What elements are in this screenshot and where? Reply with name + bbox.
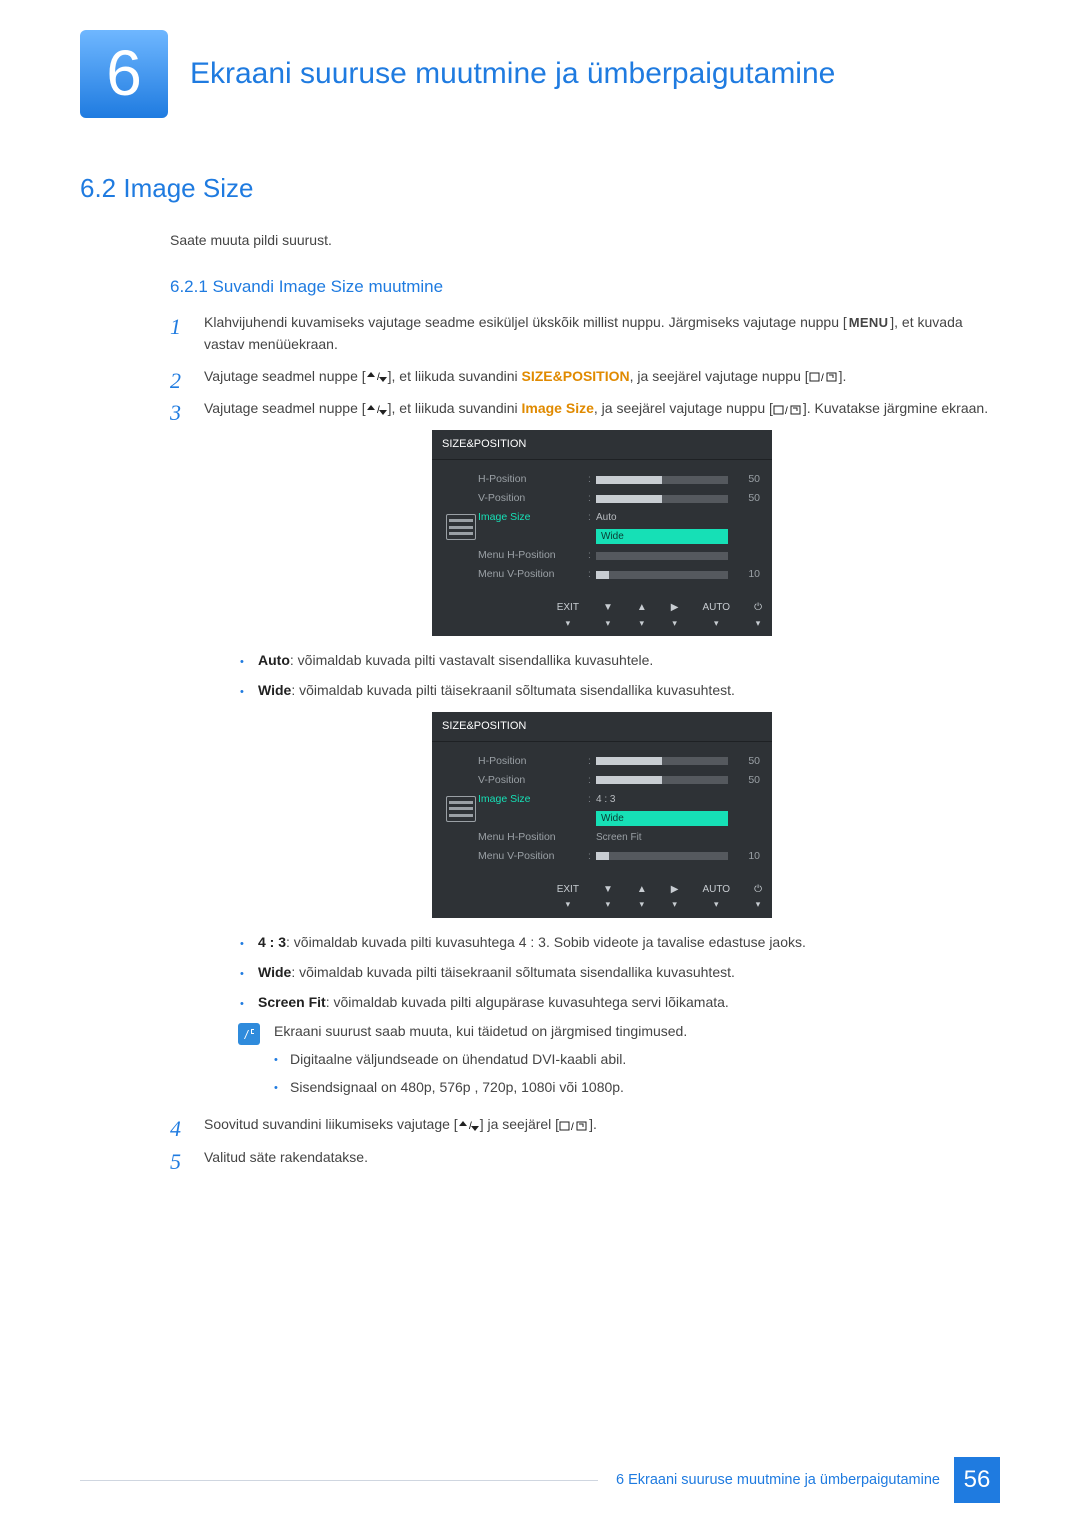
step-text: , ja seejärel vajutage nuppu [ <box>630 368 809 384</box>
note-content: Ekraani suurust saab muuta, kui täidetud… <box>274 1021 687 1104</box>
osd-option-wide: Wide <box>596 529 728 544</box>
note-item: Sisendsignaal on 480p, 576p , 720p, 1080… <box>274 1077 687 1099</box>
down-arrow-icon: ▼ <box>603 882 613 898</box>
note-block: Ekraani suurust saab muuta, kui täidetud… <box>238 1021 1000 1104</box>
step-1: 1 Klahvijuhendi kuvamiseks vajutage sead… <box>170 312 1000 355</box>
step-5: 5 Valitud säte rakendatakse. <box>170 1147 1000 1169</box>
step-text: Soovitud suvandini liikumiseks vajutage … <box>204 1116 458 1132</box>
label-screenfit: Screen Fit <box>258 994 326 1010</box>
osd-label-hpos: H-Position <box>478 471 588 487</box>
step-3: 3 Vajutage seadmel nuppe [/], et liikuda… <box>170 398 1000 1105</box>
step-text: Valitud säte rakendatakse. <box>204 1149 368 1165</box>
section-intro: Saate muuta pildi suurust. <box>170 230 1000 252</box>
step-4: 4 Soovitud suvandini liikumiseks vajutag… <box>170 1114 1000 1136</box>
screen-icon <box>446 796 476 822</box>
bullet-43: 4 : 3: võimaldab kuvada pilti kuvasuhteg… <box>240 932 1000 954</box>
chapter-number-badge: 6 <box>80 30 168 118</box>
step-text: ]. <box>839 368 847 384</box>
note-icon <box>238 1023 260 1045</box>
osd-label-mvpos: Menu V-Position <box>478 566 588 582</box>
bullets-1: Auto: võimaldab kuvada pilti vastavalt s… <box>240 650 1000 701</box>
step-number: 1 <box>170 310 181 344</box>
section-heading: 6.2 Image Size <box>80 168 1000 208</box>
step-text: ], et liikuda suvandini <box>388 368 522 384</box>
step-2: 2 Vajutage seadmel nuppe [/], et liikuda… <box>170 366 1000 388</box>
osd-label-mhpos: Menu H-Position <box>478 547 588 563</box>
osd-label-imgsize: Image Size <box>478 509 588 525</box>
power-icon: ⏻ <box>754 882 762 898</box>
step-number: 5 <box>170 1145 181 1179</box>
down-arrow-icon: ▼ <box>603 600 613 616</box>
footer-label: 6 Ekraani suuruse muutmine ja ümberpaigu… <box>616 1469 940 1491</box>
osd-option-auto: Auto <box>596 510 760 525</box>
power-icon: ⏻ <box>754 600 762 616</box>
osd-option-screenfit: Screen Fit <box>596 830 760 845</box>
right-arrow-icon: ▶ <box>671 882 679 898</box>
bullet-wide2: Wide: võimaldab kuvada pilti täisekraani… <box>240 962 1000 984</box>
right-arrow-icon: ▶ <box>671 600 679 616</box>
bullet-auto: Auto: võimaldab kuvada pilti vastavalt s… <box>240 650 1000 672</box>
step-text: ] ja seejärel [ <box>480 1116 559 1132</box>
osd-option-wide: Wide <box>596 811 728 826</box>
osd-footer: EXIT▾ ▼▾ ▲▾ ▶▾ AUTO▾ ⏻▾ <box>432 878 772 918</box>
up-arrow-icon: ▲ <box>637 882 647 898</box>
osd-footer: EXIT▾ ▼▾ ▲▾ ▶▾ AUTO▾ ⏻▾ <box>432 596 772 636</box>
label-wide: Wide <box>258 682 291 698</box>
osd-label-vpos: V-Position <box>478 490 588 506</box>
label-43: 4 : 3 <box>258 934 286 950</box>
enter-source-icon: / <box>559 1115 589 1137</box>
svg-text:/: / <box>785 406 788 416</box>
footer-divider <box>80 1480 598 1481</box>
step-number: 3 <box>170 396 181 430</box>
osd-option-43: 4 : 3 <box>596 792 760 807</box>
step-number: 2 <box>170 364 181 398</box>
page-footer: 6 Ekraani suuruse muutmine ja ümberpaigu… <box>80 1457 1000 1503</box>
step-text: , ja seejärel vajutage nuppu [ <box>594 400 773 416</box>
chapter-header: 6 Ekraani suuruse muutmine ja ümberpaigu… <box>80 30 1000 118</box>
osd-title: SIZE&POSITION <box>432 430 772 460</box>
step-text: ]. <box>589 1116 597 1132</box>
chapter-title: Ekraani suuruse muutmine ja ümberpaiguta… <box>190 56 835 92</box>
enter-source-icon: / <box>773 398 803 420</box>
step-text: Klahvijuhendi kuvamiseks vajutage seadme… <box>204 314 847 330</box>
label-auto: Auto <box>258 652 290 668</box>
up-down-arrow-icon: / <box>366 398 388 420</box>
subsection-heading: 6.2.1 Suvandi Image Size muutmine <box>170 274 1000 300</box>
up-down-arrow-icon: / <box>366 366 388 388</box>
osd-screenshot-1: SIZE&POSITION H-Position:50 V-Position:5… <box>432 430 772 636</box>
up-arrow-icon: ▲ <box>637 600 647 616</box>
step-text: ], et liikuda suvandini <box>388 400 522 416</box>
up-down-arrow-icon: / <box>458 1115 480 1137</box>
osd-auto-label: AUTO <box>702 600 730 616</box>
bullet-screenfit: Screen Fit: võimaldab kuvada pilti algup… <box>240 992 1000 1014</box>
highlight-sizeposition: SIZE&POSITION <box>522 368 630 384</box>
menu-key: MENU <box>847 313 890 333</box>
step-number: 4 <box>170 1112 181 1146</box>
bullets-2: 4 : 3: võimaldab kuvada pilti kuvasuhteg… <box>240 932 1000 1013</box>
highlight-imagesize: Image Size <box>522 400 594 416</box>
osd-title: SIZE&POSITION <box>432 712 772 742</box>
svg-text:/: / <box>821 373 824 383</box>
step-text: Vajutage seadmel nuppe [ <box>204 368 366 384</box>
osd-screenshot-2: SIZE&POSITION H-Position:50 V-Position:5… <box>432 712 772 918</box>
enter-source-icon: / <box>809 366 839 388</box>
page-number: 56 <box>954 1457 1000 1503</box>
step-text: Vajutage seadmel nuppe [ <box>204 400 366 416</box>
label-wide: Wide <box>258 964 291 980</box>
bullet-wide: Wide: võimaldab kuvada pilti täisekraani… <box>240 680 1000 702</box>
osd-exit-label: EXIT <box>557 600 579 616</box>
screen-icon <box>446 514 476 540</box>
step-text: ]. Kuvatakse järgmine ekraan. <box>803 400 988 416</box>
down-triangle-icon: ▾ <box>566 617 571 631</box>
note-item: Digitaalne väljundseade on ühendatud DVI… <box>274 1049 687 1071</box>
svg-text:/: / <box>571 1122 574 1132</box>
step-list: 1 Klahvijuhendi kuvamiseks vajutage sead… <box>170 312 1000 1168</box>
